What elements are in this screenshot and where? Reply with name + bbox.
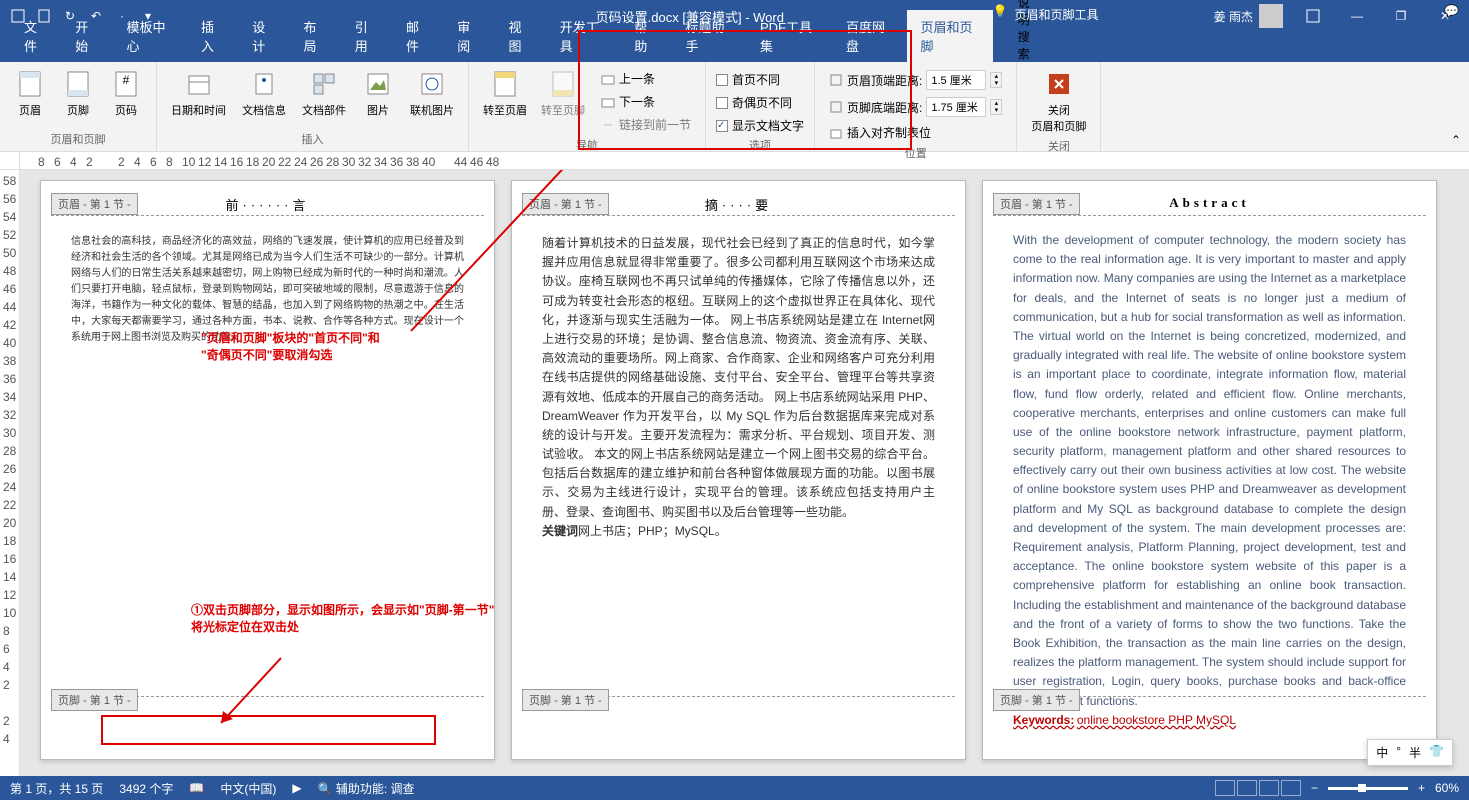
context-tab-title: 页眉和页脚工具 <box>1015 6 1099 23</box>
goto-header-button[interactable]: 转至页眉 <box>479 66 531 120</box>
ime-popup[interactable]: 中°半👕 <box>1367 739 1453 766</box>
view-buttons[interactable] <box>1215 780 1301 796</box>
tab-template[interactable]: 模板中心 <box>113 10 187 62</box>
svg-text:#: # <box>123 73 130 87</box>
status-bar: 第 1 页，共 15 页 3492 个字 📖 中文(中国) ▶ 🔍 辅助功能: … <box>0 776 1469 800</box>
annotation-text: ①双击页脚部分，显示如图所示，会显示如"页脚-第一节" 将光标定位在双击处 <box>191 601 751 635</box>
show-doc-text-checkbox[interactable]: 显示文档文字 <box>716 116 804 135</box>
tab-developer[interactable]: 开发工具 <box>546 10 620 62</box>
collapse-ribbon-icon[interactable]: ⌃ <box>1451 133 1461 147</box>
header-tag[interactable]: 页眉 - 第 1 节 - <box>993 193 1080 215</box>
tab-insert[interactable]: 插入 <box>187 10 238 62</box>
horizontal-ruler[interactable]: 8642246810121416182022242628303234363840… <box>20 152 1469 169</box>
header-top-input[interactable]: 1.5 厘米 <box>926 70 986 90</box>
tab-mailings[interactable]: 邮件 <box>392 10 443 62</box>
ribbon: 页眉 页脚 #页码 页眉和页脚 日期和时间 文档信息 文档部件 图片 联机图片 … <box>0 62 1469 152</box>
close-hf-button[interactable]: 关闭 页眉和页脚 <box>1027 66 1090 136</box>
header-button[interactable]: 页眉 <box>10 66 50 120</box>
footer-tag[interactable]: 页脚 - 第 1 节 - <box>522 689 609 711</box>
spinner-icon[interactable]: ▴▾ <box>990 99 1002 115</box>
header-top-distance: 页眉顶端距离:1.5 厘米▴▾ <box>825 68 1006 92</box>
comments-icon[interactable]: 💬 <box>1444 4 1459 18</box>
spinner-icon[interactable]: ▴▾ <box>990 72 1002 88</box>
macro-icon[interactable]: ▶ <box>292 781 301 795</box>
tab-references[interactable]: 引用 <box>341 10 392 62</box>
next-button[interactable]: 下一条 <box>597 91 695 112</box>
tab-help[interactable]: 帮助 <box>620 10 671 62</box>
document-page: 页眉 - 第 1 节 - 摘····要 随着计算机技术的日益发展，现代社会已经到… <box>511 180 966 760</box>
quickparts-button[interactable]: 文档部件 <box>298 66 350 120</box>
tab-heading[interactable]: 标题助手 <box>671 10 745 62</box>
zoom-slider[interactable] <box>1328 787 1408 790</box>
online-picture-button[interactable]: 联机图片 <box>406 66 458 120</box>
tab-file[interactable]: 文件 <box>10 10 61 62</box>
ribbon-tabs: 文件 开始 模板中心 插入 设计 布局 引用 邮件 审阅 视图 开发工具 帮助 … <box>0 32 1469 62</box>
annotation-text: "页眉和页脚"板块的"首页不同"和 "奇偶页不同"要取消勾选 <box>201 329 380 363</box>
zoom-out-icon[interactable]: − <box>1311 781 1318 795</box>
page-body: With the development of computer technol… <box>983 211 1436 740</box>
language[interactable]: 中文(中国) <box>220 780 276 797</box>
header-tag[interactable]: 页眉 - 第 1 节 - <box>51 193 138 215</box>
footer-bottom-input[interactable]: 1.75 厘米 <box>926 97 986 117</box>
tab-home[interactable]: 开始 <box>61 10 112 62</box>
spell-icon[interactable]: 📖 <box>189 781 204 795</box>
group-label: 插入 <box>302 129 324 151</box>
tab-baidu[interactable]: 百度网盘 <box>832 10 906 62</box>
goto-footer-button[interactable]: 转至页脚 <box>537 66 589 120</box>
ruler-corner <box>0 152 20 169</box>
lightbulb-icon: 💡 <box>993 4 1008 18</box>
tab-review[interactable]: 审阅 <box>443 10 494 62</box>
tab-pdf[interactable]: PDF工具集 <box>746 10 832 62</box>
zoom-in-icon[interactable]: + <box>1418 781 1425 795</box>
odd-even-diff-checkbox[interactable]: 奇偶页不同 <box>716 93 804 112</box>
docinfo-button[interactable]: 文档信息 <box>238 66 290 120</box>
accessibility[interactable]: 🔍 辅助功能: 调查 <box>318 780 415 797</box>
group-label: 页眉和页脚 <box>51 129 106 151</box>
tab-header-footer[interactable]: 页眉和页脚 <box>907 10 993 62</box>
picture-button[interactable]: 图片 <box>358 66 398 120</box>
page-number-button[interactable]: #页码 <box>106 66 146 120</box>
page-count[interactable]: 第 1 页，共 15 页 <box>10 780 103 797</box>
tab-design[interactable]: 设计 <box>238 10 289 62</box>
footer-button[interactable]: 页脚 <box>58 66 98 120</box>
first-page-diff-checkbox[interactable]: 首页不同 <box>716 70 804 89</box>
word-count[interactable]: 3492 个字 <box>119 780 173 797</box>
footer-bottom-distance: 页脚底端距离:1.75 厘米▴▾ <box>825 95 1006 119</box>
header-tag[interactable]: 页眉 - 第 1 节 - <box>522 193 609 215</box>
annotation-footer-box <box>101 715 436 745</box>
insert-align-tab-button[interactable]: 插入对齐制表位 <box>825 122 1006 143</box>
footer-tag[interactable]: 页脚 - 第 1 节 - <box>993 689 1080 711</box>
prev-button[interactable]: 上一条 <box>597 68 695 89</box>
tab-view[interactable]: 视图 <box>494 10 545 62</box>
datetime-button[interactable]: 日期和时间 <box>167 66 230 120</box>
document-page: 页眉 - 第 1 节 - Abstract With the developme… <box>982 180 1437 760</box>
tab-layout[interactable]: 布局 <box>289 10 340 62</box>
link-prev-button[interactable]: 链接到前一节 <box>597 114 695 135</box>
page-body: 随着计算机技术的日益发展，现代社会已经到了真正的信息时代，如今掌握并应用信息就显… <box>512 214 965 551</box>
zoom-level[interactable]: 60% <box>1435 781 1459 795</box>
vertical-ruler[interactable]: 5856545250484644424038363432302826242220… <box>0 170 20 784</box>
document-page: 页眉 - 第 1 节 - 前······言 信息社会的高科技，商品经济化的高效益… <box>40 180 495 760</box>
footer-tag[interactable]: 页脚 - 第 1 节 - <box>51 689 138 711</box>
